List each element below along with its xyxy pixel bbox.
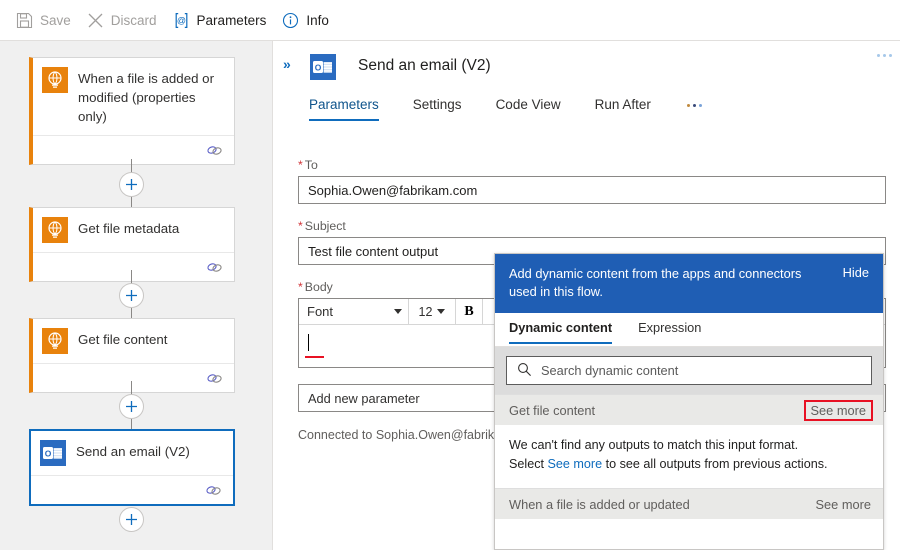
no-outputs-line1: We can't find any outputs to match this … — [509, 438, 799, 452]
parameters-icon: @ — [173, 12, 190, 29]
workflow-card-get-file-content[interactable]: Get file content — [29, 318, 235, 393]
font-family-select[interactable]: Font — [299, 299, 409, 324]
card-footer — [33, 135, 234, 164]
to-input-value: Sophia.Owen@fabrikam.com — [308, 182, 478, 198]
workflow-card-get-file-metadata[interactable]: Get file metadata — [29, 207, 235, 282]
tab-settings[interactable]: Settings — [413, 93, 462, 121]
parameters-button[interactable]: @ Parameters — [169, 4, 279, 36]
no-outputs-message: We can't find any outputs to match this … — [495, 425, 883, 488]
connection-link-icon[interactable] — [205, 483, 222, 497]
required-asterisk: * — [298, 280, 303, 294]
connection-link-icon[interactable] — [206, 260, 223, 274]
card-footer — [33, 252, 234, 281]
font-size-select[interactable]: 12 — [409, 299, 456, 324]
tabs-overflow-icon[interactable] — [686, 93, 702, 107]
insert-step-button-2[interactable] — [119, 283, 144, 308]
pane-overflow-menu-icon[interactable] — [877, 54, 892, 57]
font-size-value: 12 — [418, 304, 433, 319]
subject-input-value: Test file content output — [308, 243, 439, 259]
text-cursor-icon — [308, 334, 309, 351]
group-name: When a file is added or updated — [509, 496, 690, 512]
card-footer — [33, 363, 234, 392]
add-new-parameter-label: Add new parameter — [308, 390, 420, 406]
save-button[interactable]: Save — [12, 4, 83, 36]
workflow-card-trigger[interactable]: When a file is added or modified (proper… — [29, 57, 235, 165]
dynamic-content-tabs: Dynamic content Expression — [495, 313, 883, 347]
see-more-link-highlighted[interactable]: See more — [803, 399, 873, 421]
svg-text:O: O — [45, 448, 52, 458]
discard-label: Discard — [110, 12, 157, 28]
required-asterisk: * — [298, 219, 303, 233]
workflow-card-send-an-email[interactable]: O Send an email (V2) — [29, 429, 235, 506]
card-title: Get file content — [78, 332, 168, 347]
add-final-step-button[interactable] — [119, 507, 144, 532]
chevron-down-icon — [437, 309, 446, 314]
logic-app-designer: Save Discard @ Parameters Info When a fi… — [0, 0, 900, 550]
insert-step-button-1[interactable] — [119, 172, 144, 197]
svg-text:@: @ — [176, 15, 185, 25]
search-placeholder: Search dynamic content — [541, 363, 679, 378]
see-more-inline-link[interactable]: See more — [548, 457, 603, 471]
pane-title: Send an email (V2) — [358, 57, 491, 74]
command-toolbar: Save Discard @ Parameters Info — [0, 0, 900, 41]
dynamic-content-panel[interactable]: Add dynamic content from the apps and co… — [494, 253, 884, 550]
card-title: Send an email (V2) — [76, 444, 190, 459]
dynamic-content-header-text: Add dynamic content from the apps and co… — [509, 266, 802, 299]
info-button[interactable]: Info — [278, 4, 341, 36]
dynamic-content-search-area: Search dynamic content — [495, 347, 883, 394]
font-family-value: Font — [307, 304, 334, 319]
pane-tabs: Parameters Settings Code View Run After — [274, 93, 900, 125]
save-label: Save — [40, 12, 71, 28]
save-icon — [16, 12, 33, 29]
validation-underline-icon — [305, 356, 324, 358]
card-footer — [31, 475, 233, 504]
see-more-link[interactable]: See more — [816, 497, 871, 512]
outlook-icon: O — [40, 440, 66, 466]
dynamic-content-header: Add dynamic content from the apps and co… — [495, 254, 883, 313]
card-header: When a file is added or modified (proper… — [33, 58, 234, 135]
card-header: Get file content — [33, 319, 234, 363]
tab-dynamic-content[interactable]: Dynamic content — [509, 313, 613, 344]
required-asterisk: * — [298, 158, 303, 172]
card-title: Get file metadata — [78, 221, 180, 236]
svg-text:O: O — [315, 62, 322, 72]
tab-run-after[interactable]: Run After — [595, 93, 651, 121]
to-field-label: * To — [298, 158, 318, 172]
pane-header: » O Send an email (V2) — [274, 41, 900, 93]
tab-parameters[interactable]: Parameters — [309, 93, 379, 121]
dynamic-content-group-when-a-file-is-added[interactable]: When a file is added or updated See more — [495, 488, 883, 519]
group-name: Get file content — [509, 402, 596, 418]
tab-expression[interactable]: Expression — [638, 313, 701, 344]
no-outputs-line2: Select See more to see all outputs from … — [509, 457, 828, 471]
connection-link-icon[interactable] — [206, 143, 223, 157]
connection-link-icon[interactable] — [206, 371, 223, 385]
sharepoint-icon — [42, 217, 68, 243]
collapse-chevron-icon[interactable]: » — [283, 56, 291, 72]
card-title: When a file is added or modified (proper… — [78, 71, 215, 124]
outlook-icon: O — [310, 54, 336, 80]
search-input[interactable]: Search dynamic content — [506, 356, 872, 385]
tab-code-view[interactable]: Code View — [496, 93, 561, 121]
discard-button[interactable]: Discard — [83, 4, 169, 36]
dynamic-content-group-get-file-content[interactable]: Get file content See more — [495, 394, 883, 425]
bold-button[interactable]: B — [456, 299, 483, 324]
to-input[interactable]: Sophia.Owen@fabrikam.com — [298, 176, 886, 204]
workflow-canvas[interactable]: When a file is added or modified (proper… — [0, 41, 273, 550]
hide-link[interactable]: Hide — [843, 265, 869, 280]
sharepoint-icon — [42, 328, 68, 354]
info-label: Info — [306, 12, 329, 28]
parameters-label: Parameters — [196, 12, 267, 28]
card-header: Get file metadata — [33, 208, 234, 252]
subject-field-label: * Subject — [298, 219, 346, 233]
card-header: O Send an email (V2) — [31, 431, 233, 475]
discard-icon — [87, 12, 104, 29]
insert-step-button-3[interactable] — [119, 394, 144, 419]
chevron-down-icon — [394, 309, 402, 314]
search-icon — [517, 362, 532, 380]
sharepoint-icon — [42, 67, 68, 93]
info-icon — [282, 12, 299, 29]
